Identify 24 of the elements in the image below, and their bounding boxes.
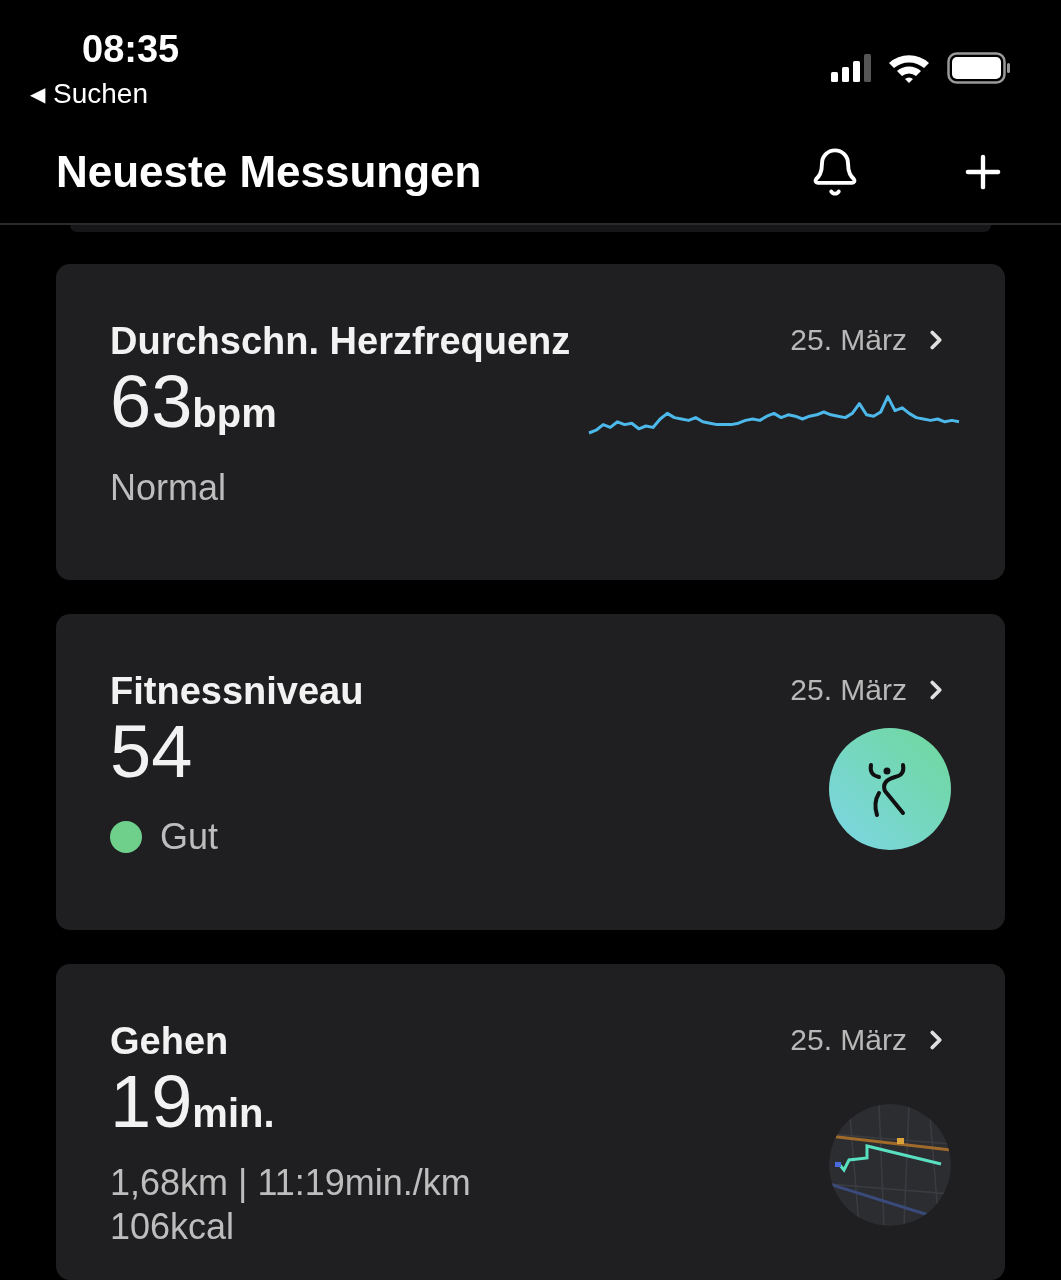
measurement-unit: min. <box>192 1090 275 1137</box>
measurement-unit: bpm <box>192 390 277 437</box>
page-title: Neueste Messungen <box>56 145 482 198</box>
card-title: Durchschn. Herzfrequenz <box>110 319 571 364</box>
status-time: 08:35 <box>82 27 180 72</box>
measurement-card[interactable]: Fitnessniveau 25. März 54 Gut <box>56 614 1005 930</box>
measurement-card[interactable]: Durchschn. Herzfrequenz 25. März 63bpm Normal <box>56 264 1005 580</box>
wifi-icon <box>887 52 931 84</box>
card-title: Gehen <box>110 1019 229 1064</box>
status-label: Gut <box>160 815 219 859</box>
activity-detail: 106kcal <box>110 1205 236 1249</box>
measurement-value: 54 <box>110 714 193 790</box>
card-date: 25. März <box>790 322 907 358</box>
measurement-card[interactable]: Gehen 25. März 19min. 1,68km | 11:19min./km 106kcal <box>56 964 1005 1280</box>
status-label: Normal <box>110 466 227 510</box>
measurement-value: 19 <box>110 1064 193 1140</box>
battery-icon <box>947 52 1011 84</box>
signal-icon <box>831 54 871 82</box>
activity-detail: 1,68km | 11:19min./km <box>110 1161 471 1205</box>
card-date: 25. März <box>790 1022 907 1058</box>
back-link[interactable]: ◀ Suchen <box>30 76 180 112</box>
card-title: Fitnessniveau <box>110 669 364 714</box>
card-date: 25. März <box>790 672 907 708</box>
measurement-value: 63 <box>110 364 193 440</box>
